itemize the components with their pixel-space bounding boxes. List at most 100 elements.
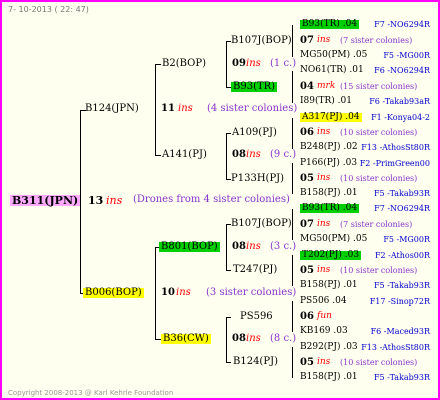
- grandparent-note: (1 c.): [270, 58, 297, 69]
- connector: [292, 163, 293, 194]
- root-queen[interactable]: B311(JPN): [10, 195, 81, 206]
- connector: [292, 255, 293, 286]
- grandparent-year: 08: [232, 241, 246, 252]
- connector: [155, 64, 161, 65]
- grandparent-queen[interactable]: B36(CW): [161, 334, 211, 344]
- connector: [292, 301, 293, 332]
- ancestor-queen[interactable]: B93(TR) .04: [300, 20, 360, 29]
- connector: [226, 41, 227, 87]
- ggp-queen[interactable]: P133H(PJ): [231, 174, 284, 184]
- ancestor-queen[interactable]: KB169 .03: [300, 327, 348, 336]
- grandparent-mating: ins: [246, 333, 261, 344]
- grandparent-note: (9 c.): [270, 149, 297, 160]
- ancestor-mating: ins: [317, 127, 331, 137]
- ggp-queen[interactable]: B93(TR): [231, 82, 278, 92]
- connector: [155, 247, 156, 340]
- ancestor-origin: F1 -Konya04-2: [371, 113, 430, 122]
- grandparent-mating: ins: [246, 149, 261, 160]
- connector: [292, 118, 293, 149]
- ancestor-queen[interactable]: B158(PJ) .01: [300, 281, 358, 290]
- grandparent-queen[interactable]: A141(PJ): [162, 150, 207, 160]
- grandparent-mating: ins: [246, 241, 261, 252]
- connector: [292, 25, 293, 57]
- root-note: (Drones from 4 sister colonies): [133, 194, 290, 205]
- ancestor-year: 04: [300, 81, 314, 92]
- ancestor-note: (10 sister colonies): [340, 128, 418, 137]
- ancestor-origin: F2 -Athos00R: [374, 251, 430, 260]
- ancestor-mating: ins: [317, 173, 331, 183]
- pedigree-frame: 7- 10-2013 ( 22: 47) B311(JPN) 13 ins (D…: [0, 0, 440, 400]
- ancestor-origin: F5 -MG00R: [383, 235, 430, 244]
- ancestor-queen[interactable]: B248(PJ) .02: [300, 143, 358, 152]
- ancestor-queen[interactable]: B158(PJ) .01: [300, 373, 358, 382]
- ancestor-note: (7 sister colonies): [340, 220, 413, 229]
- ancestor-origin: F7 -NO6294R: [374, 204, 430, 213]
- ancestor-queen[interactable]: T202(PJ) .03: [300, 251, 362, 260]
- parent-queen[interactable]: B124(JPN): [85, 104, 139, 114]
- ggp-queen[interactable]: T247(PJ): [233, 265, 277, 275]
- ancestor-queen[interactable]: P166(PJ) .03: [300, 159, 357, 168]
- connector: [226, 317, 231, 318]
- ancestor-note: (10 sister colonies): [340, 266, 418, 275]
- parent-queen[interactable]: B006(BOP): [83, 288, 144, 298]
- ancestor-queen[interactable]: A317(PJ) .04: [300, 113, 362, 122]
- ancestor-queen[interactable]: MG50(PM) .05: [300, 235, 367, 244]
- grandparent-year: 09: [232, 58, 246, 69]
- ancestor-year: 07: [300, 219, 314, 230]
- grandparent-year: 08: [232, 333, 246, 344]
- connector: [292, 347, 293, 378]
- ggp-queen[interactable]: A109(PJ): [232, 128, 277, 138]
- ancestor-origin: F5 -Takab93R: [373, 189, 430, 198]
- grandparent-queen[interactable]: B2(BOP): [162, 59, 206, 69]
- ancestor-origin: F13 -AthosSt80R: [361, 143, 430, 152]
- connector: [226, 133, 231, 134]
- parent-note: (4 sister colonies): [207, 103, 298, 114]
- grandparent-year: 08: [232, 149, 246, 160]
- ggp-queen[interactable]: B124(PJ): [233, 357, 278, 367]
- ancestor-year: 07: [300, 35, 314, 46]
- ancestor-queen[interactable]: B292(PJ) .03: [300, 343, 358, 352]
- ancestor-queen[interactable]: I89(TR) .01: [300, 97, 352, 106]
- connector: [155, 155, 161, 156]
- ancestor-mating: ins: [317, 265, 331, 275]
- ancestor-year: 05: [300, 265, 314, 276]
- root-mating: ins: [106, 194, 123, 207]
- connector: [226, 133, 227, 179]
- root-year: 13: [88, 194, 104, 207]
- ancestor-note: (15 sister colonies): [340, 82, 418, 91]
- grandparent-queen[interactable]: B801(BOP): [159, 242, 220, 252]
- parent-note: (3 sister colonies): [206, 287, 297, 298]
- ancestor-origin: F17 -Sinop72R: [369, 297, 430, 306]
- ancestor-origin: F5 -Takab93R: [373, 281, 430, 290]
- ancestor-mating: ins: [317, 35, 331, 45]
- ggp-queen[interactable]: PS596: [240, 312, 273, 322]
- parent-year: 10: [161, 287, 175, 298]
- ancestor-origin: F7 -NO6294R: [374, 20, 430, 29]
- parent-mating: ins: [176, 287, 191, 298]
- ancestor-year: 05: [300, 357, 314, 368]
- ancestor-origin: F6 -NO6294R: [374, 66, 430, 75]
- grandparent-mating: ins: [246, 58, 261, 69]
- grandparent-note: (3 c.): [270, 241, 297, 252]
- ancestor-origin: F2 -PrimGreen00: [359, 159, 430, 168]
- ancestor-origin: F6 -Maced93R: [370, 327, 430, 336]
- ggp-queen[interactable]: B107J(BOP): [231, 219, 292, 229]
- connector: [226, 317, 227, 363]
- ancestor-origin: F5 -MG00R: [383, 51, 430, 60]
- ancestor-queen[interactable]: PS506 .04: [300, 297, 347, 306]
- ancestor-queen[interactable]: B93(TR) .04: [300, 204, 360, 213]
- ancestor-note: (10 sister colonies): [340, 358, 418, 367]
- ancestor-year: 06: [300, 311, 314, 322]
- ancestor-mating: mrk: [317, 81, 336, 91]
- ancestor-queen[interactable]: NO61(TR) .01: [300, 66, 364, 75]
- ancestor-note: (10 sister colonies): [340, 174, 418, 183]
- ancestor-queen[interactable]: MG50(PM) .05: [300, 51, 367, 60]
- grandparent-note: (8 c.): [270, 333, 297, 344]
- ancestor-origin: F6 -Takab93aR: [369, 97, 430, 106]
- ancestor-queen[interactable]: B158(PJ) .01: [300, 189, 358, 198]
- ancestor-mating: ins: [317, 219, 331, 229]
- connector: [226, 270, 231, 271]
- ancestor-year: 05: [300, 173, 314, 184]
- ggp-queen[interactable]: B107J(BOP): [231, 36, 292, 46]
- connector: [226, 224, 227, 270]
